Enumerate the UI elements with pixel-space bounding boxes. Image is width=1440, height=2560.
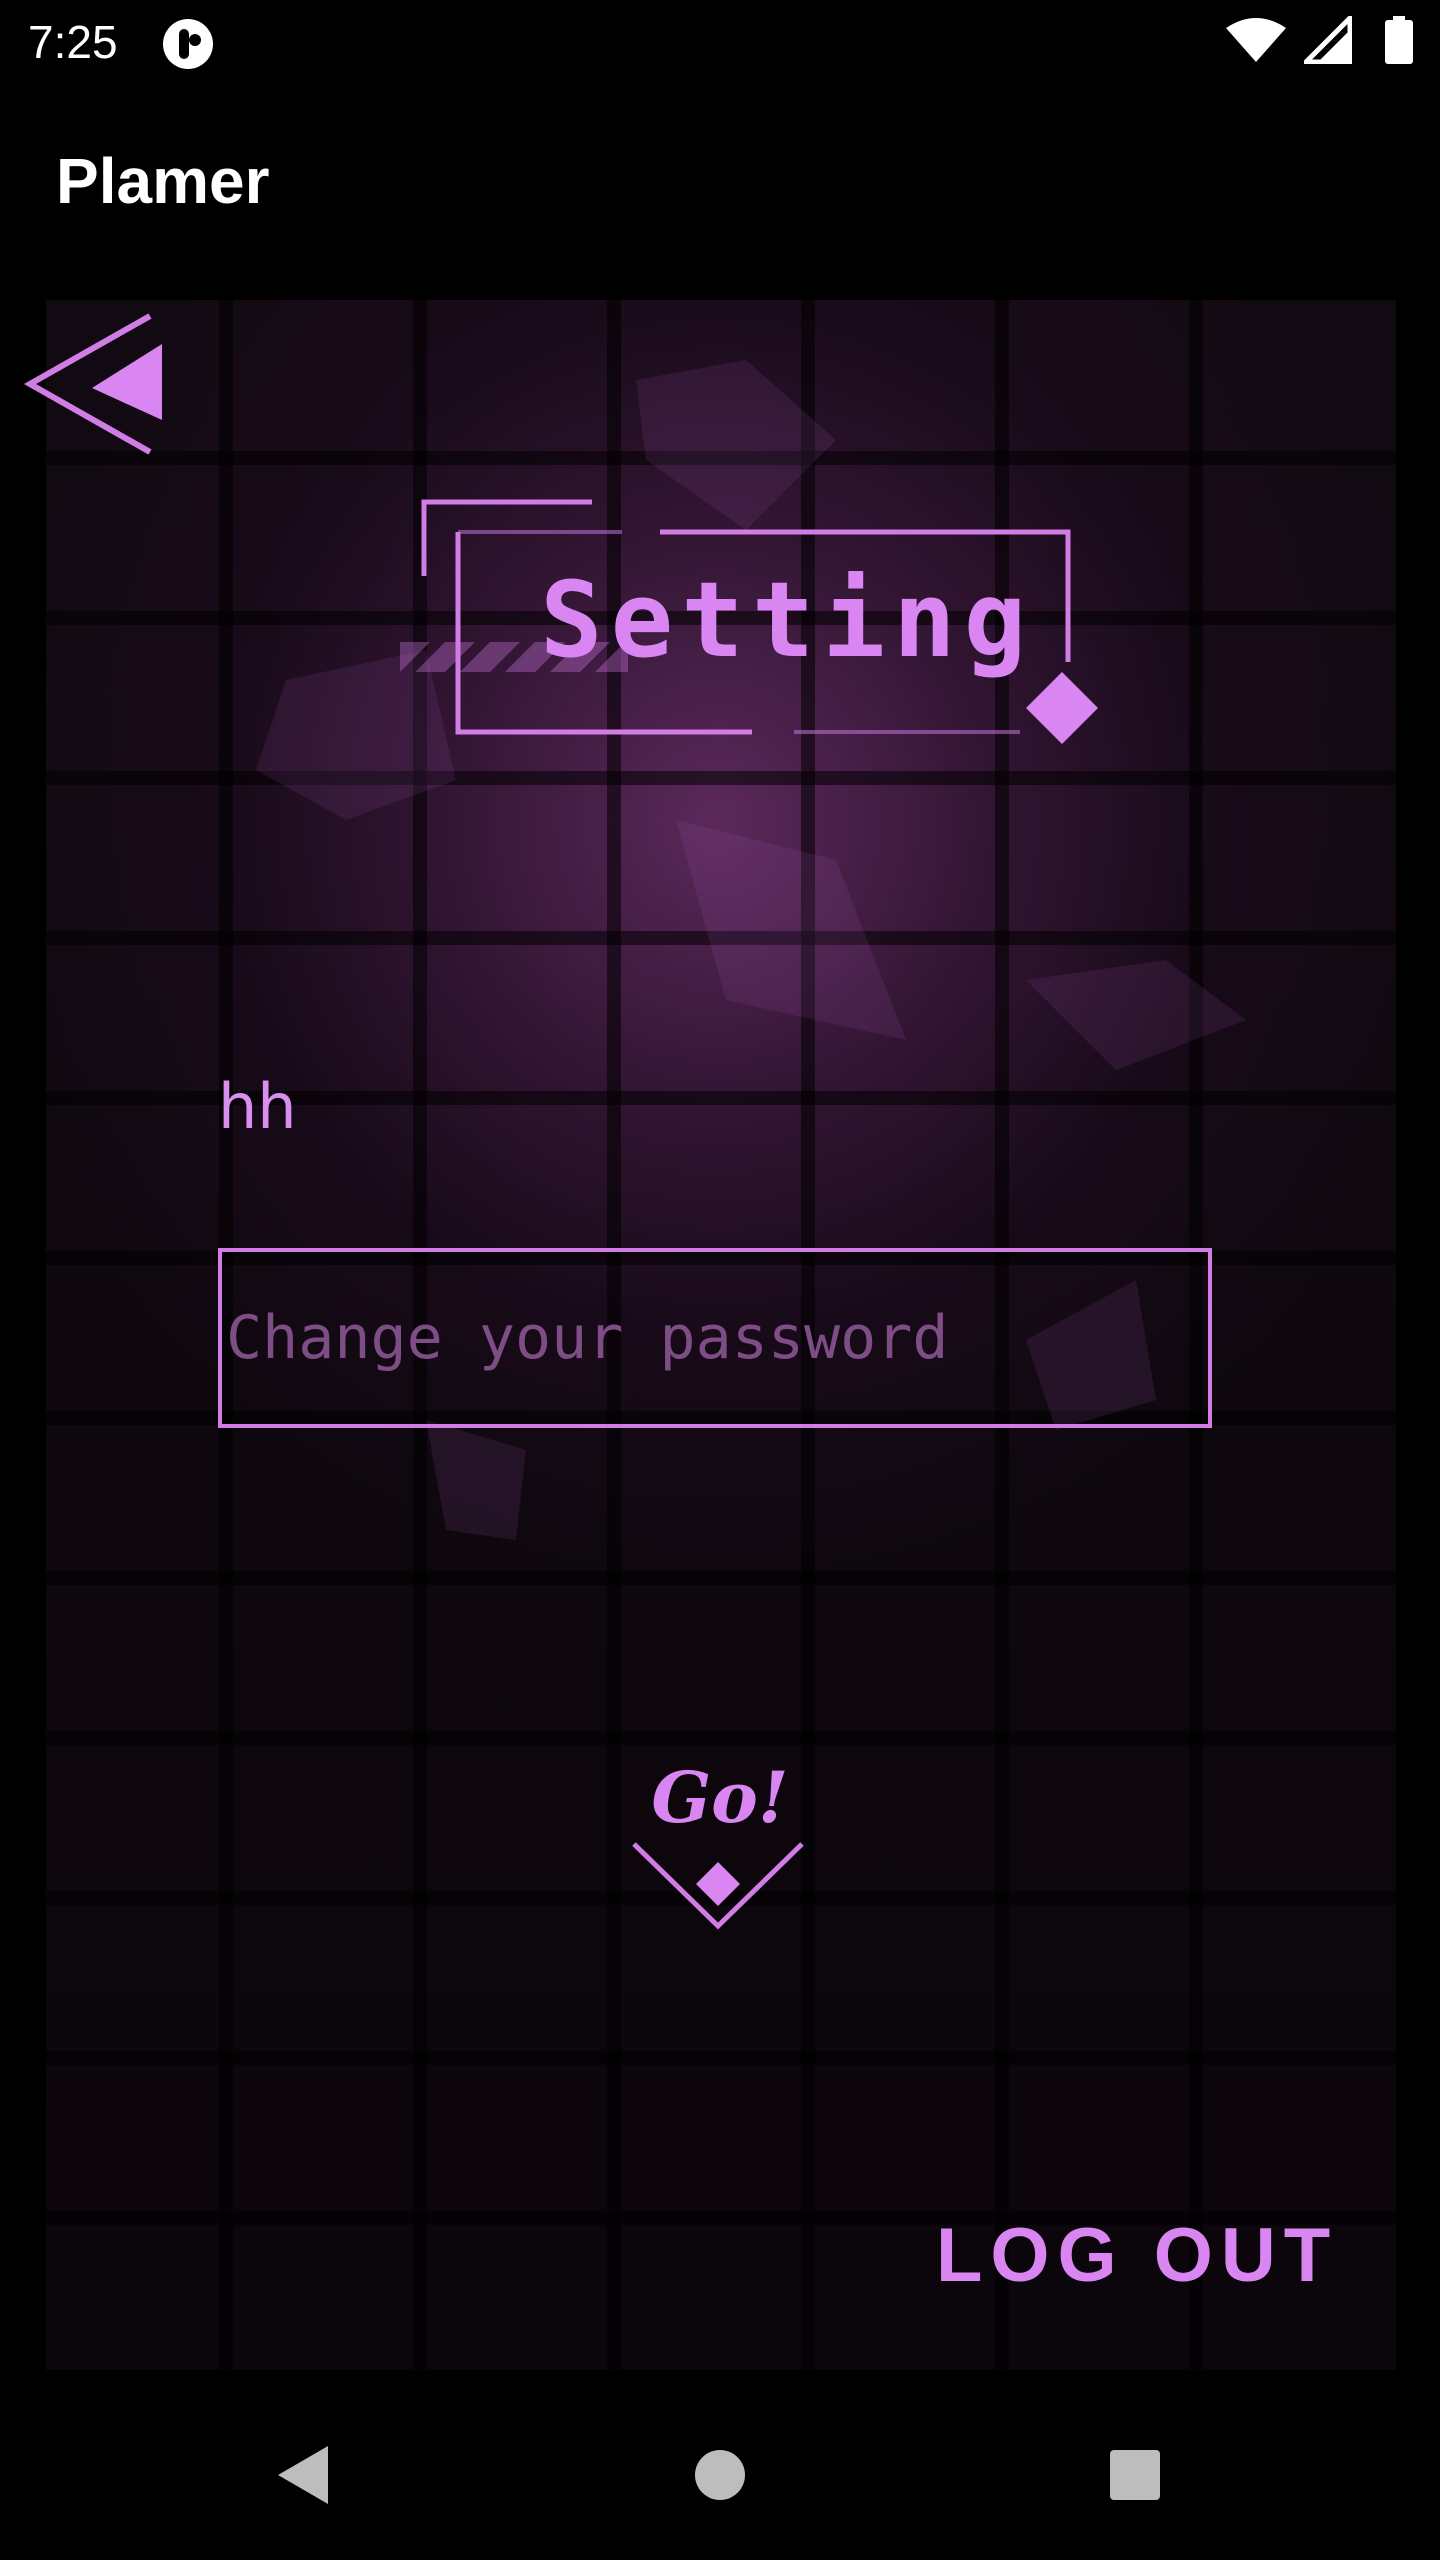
status-bar: 7:25: [0, 0, 1440, 84]
app-title: Plamer: [56, 145, 270, 217]
wifi-icon: [1226, 18, 1286, 62]
app-bar: Plamer: [0, 84, 1440, 284]
signal-icon: [1304, 16, 1352, 64]
home-nav-icon[interactable]: [694, 2440, 746, 2510]
battery-icon: [1385, 16, 1413, 64]
password-field[interactable]: [218, 1248, 1212, 1428]
logout-button[interactable]: LOG OUT: [936, 2212, 1338, 2299]
password-input[interactable]: [222, 1252, 1208, 1424]
go-label: Go!: [651, 1756, 789, 1839]
go-button[interactable]: Go!: [630, 1756, 810, 1940]
navigation-bar: [0, 2400, 1440, 2560]
page-title: Setting: [540, 559, 1035, 681]
back-nav-icon[interactable]: [270, 2440, 340, 2510]
app-notification-icon: [163, 19, 213, 69]
back-arrow-icon[interactable]: [20, 308, 170, 458]
recents-nav-icon[interactable]: [1108, 2440, 1162, 2510]
status-time: 7:25: [28, 16, 118, 68]
app-screen: 7:25 Plamer Setting hh Change your passw…: [0, 0, 1440, 2560]
username-label: hh: [218, 1070, 297, 1143]
